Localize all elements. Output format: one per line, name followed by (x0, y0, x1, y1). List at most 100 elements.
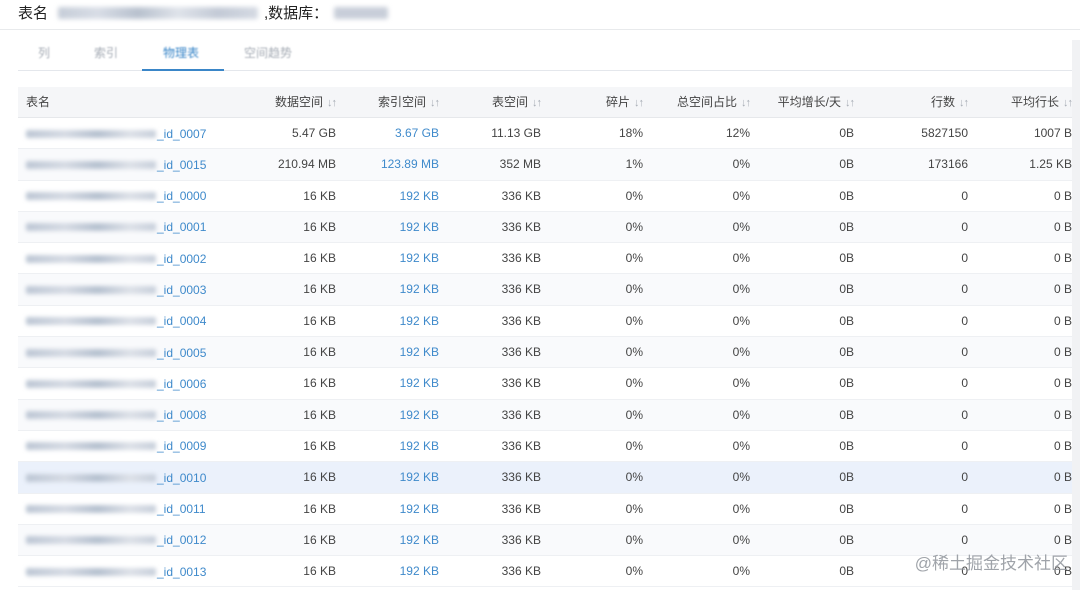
table-name-link[interactable]: _id_0002 (26, 243, 206, 274)
cell-avg-growth: 0B (839, 313, 854, 328)
table-name-link[interactable]: _id_0005 (26, 337, 206, 368)
table-name-suffix: _id_0002 (157, 251, 207, 266)
cell-table-space: 11.13 GB (491, 126, 541, 140)
table-row[interactable]: _id_0015 210.94 MB 123.89 MB 352 MB 1% 0% 0B 17… (18, 149, 1072, 181)
table-name-link[interactable]: _id_0012 (26, 525, 206, 556)
tab-physical-tables[interactable]: 物理表 (163, 44, 199, 61)
cell-avg-row-length: 0 B (1053, 251, 1072, 266)
cell-fragment: 0% (625, 188, 643, 203)
column-header-fragment[interactable]: 碎片 ↓↑ (606, 87, 644, 118)
cell-fragment: 0% (625, 438, 643, 453)
cell-index-space[interactable]: 192 KB (400, 525, 439, 556)
table-name-link[interactable]: _id_0004 (26, 306, 206, 337)
column-header-table-space[interactable]: 表空间 ↓↑ (492, 87, 542, 118)
cell-space-ratio: 0% (732, 532, 750, 547)
table-row[interactable]: _id_0005 16 KB 192 KB 336 KB 0% 0% 0B 0 0 B (18, 337, 1072, 369)
sort-icon[interactable]: ↓↑ (959, 97, 969, 109)
cell-index-space[interactable]: 3.67 GB (395, 118, 439, 149)
cell-avg-growth: 0B (839, 251, 854, 266)
column-header-avg-growth[interactable]: 平均增长/天 ↓↑ (778, 87, 855, 118)
cell-avg-row-length: 0 B (1053, 376, 1072, 391)
table-row[interactable]: _id_0001 16 KB 192 KB 336 KB 0% 0% 0B 0 0 B (18, 211, 1072, 244)
cell-avg-growth: 0B (839, 532, 854, 547)
table-row[interactable]: _id_0003 16 KB 192 KB 336 KB 0% 0% 0B 0 0 B (18, 274, 1072, 306)
table-row[interactable]: _id_0011 16 KB 192 KB 336 KB 0% 0% 0B 0 0 B (18, 494, 1072, 525)
cell-index-space[interactable]: 192 KB (400, 462, 439, 493)
table-name-link[interactable]: _id_0003 (26, 274, 206, 305)
cell-index-space[interactable]: 192 KB (400, 243, 439, 274)
redacted-name-prefix (26, 567, 156, 576)
table-row[interactable]: _id_0008 16 KB 192 KB 336 KB 0% 0% 0B 0 0 B (18, 399, 1072, 431)
table-name-link[interactable]: _id_0011 (26, 494, 206, 525)
table-name-link[interactable]: _id_0015 (26, 149, 206, 180)
cell-avg-growth: 0B (839, 407, 854, 422)
table-row[interactable]: _id_0010 16 KB 192 KB 336 KB 0% 0% 0B 0 0 B (18, 462, 1072, 494)
cell-avg-row-length: 1.25 KB (1029, 157, 1072, 172)
sort-icon[interactable]: ↓↑ (741, 97, 751, 109)
table-name-label: 表名 (18, 5, 49, 22)
vertical-scrollbar[interactable] (1072, 40, 1080, 590)
table-name-suffix: _id_0010 (157, 470, 207, 485)
cell-avg-growth: 0B (839, 376, 854, 391)
cell-rows: 0 (961, 501, 968, 516)
cell-index-space[interactable]: 192 KB (400, 337, 439, 368)
table-name-link[interactable]: _id_0010 (26, 462, 206, 493)
cell-data-space: 16 KB (303, 313, 336, 328)
cell-avg-row-length: 0 B (1053, 438, 1072, 453)
sort-icon[interactable]: ↓↑ (430, 97, 440, 109)
redacted-name-prefix (26, 285, 156, 294)
cell-index-space[interactable]: 192 KB (400, 212, 439, 243)
cell-data-space: 16 KB (303, 438, 336, 453)
cell-space-ratio: 0% (732, 501, 750, 516)
cell-index-space[interactable]: 192 KB (400, 556, 439, 587)
cell-data-space: 16 KB (303, 345, 336, 360)
table-row[interactable]: _id_0004 16 KB 192 KB 336 KB 0% 0% 0B 0 0 B (18, 306, 1072, 338)
cell-space-ratio: 0% (732, 376, 750, 391)
sort-icon[interactable]: ↓↑ (634, 97, 644, 109)
tab-indexes[interactable]: 索引 (94, 44, 118, 61)
cell-avg-growth: 0B (839, 126, 854, 140)
tab-space-trend[interactable]: 空间趋势 (244, 44, 292, 61)
tab-columns[interactable]: 列 (38, 44, 50, 61)
table-name-suffix: _id_0011 (157, 502, 206, 517)
cell-space-ratio: 0% (732, 470, 750, 485)
cell-index-space[interactable]: 192 KB (400, 181, 439, 212)
column-header-data-space[interactable]: 数据空间 ↓↑ (275, 87, 337, 118)
cell-table-space: 336 KB (501, 219, 541, 234)
table-name-link[interactable]: _id_0008 (26, 400, 206, 431)
column-header-avg-row-length[interactable]: 平均行长 ↓↑ (1011, 87, 1073, 118)
sort-icon[interactable]: ↓↑ (1063, 97, 1073, 109)
sort-icon[interactable]: ↓↑ (532, 97, 542, 109)
cell-index-space[interactable]: 192 KB (400, 431, 439, 462)
table-row[interactable]: _id_0006 16 KB 192 KB 336 KB 0% 0% 0B 0 0 B (18, 368, 1072, 400)
cell-index-space[interactable]: 192 KB (400, 400, 439, 431)
table-name-link[interactable]: _id_0000 (26, 181, 206, 212)
cell-index-space[interactable]: 192 KB (400, 306, 439, 337)
table-row[interactable]: _id_0002 16 KB 192 KB 336 KB 0% 0% 0B 0 0 B (18, 243, 1072, 275)
column-header-space-ratio[interactable]: 总空间占比 ↓↑ (677, 87, 751, 118)
cell-table-space: 336 KB (501, 501, 541, 516)
table-name-link[interactable]: _id_0006 (26, 368, 206, 399)
table-name-link[interactable]: _id_0001 (26, 212, 206, 243)
table-row[interactable]: _id_0007 5.47 GB 3.67 GB 11.13 GB 18% 12% 0B 58… (18, 118, 1072, 150)
cell-table-space: 352 MB (499, 157, 541, 172)
cell-space-ratio: 0% (732, 188, 750, 203)
table-name-link[interactable]: _id_0013 (26, 556, 206, 587)
cell-data-space: 210.94 MB (277, 157, 336, 172)
cell-index-space[interactable]: 192 KB (400, 274, 439, 305)
cell-rows: 173166 (927, 157, 968, 172)
sort-icon[interactable]: ↓↑ (845, 97, 855, 109)
cell-fragment: 0% (625, 470, 643, 485)
cell-avg-row-length: 0 B (1053, 313, 1072, 328)
cell-index-space[interactable]: 192 KB (400, 494, 439, 525)
table-name-link[interactable]: _id_0007 (26, 118, 206, 149)
table-row[interactable]: _id_0000 16 KB 192 KB 336 KB 0% 0% 0B 0 0 B (18, 181, 1072, 212)
column-header-index-space[interactable]: 索引空间 ↓↑ (378, 87, 440, 118)
column-header-rows[interactable]: 行数 ↓↑ (931, 87, 969, 118)
sort-icon[interactable]: ↓↑ (327, 97, 337, 109)
cell-index-space[interactable]: 192 KB (400, 368, 439, 399)
table-row[interactable]: _id_0009 16 KB 192 KB 336 KB 0% 0% 0B 0 0 B (18, 431, 1072, 463)
table-name-link[interactable]: _id_0009 (26, 431, 206, 462)
cell-index-space[interactable]: 123.89 MB (381, 149, 439, 180)
cell-rows: 0 (961, 251, 968, 266)
